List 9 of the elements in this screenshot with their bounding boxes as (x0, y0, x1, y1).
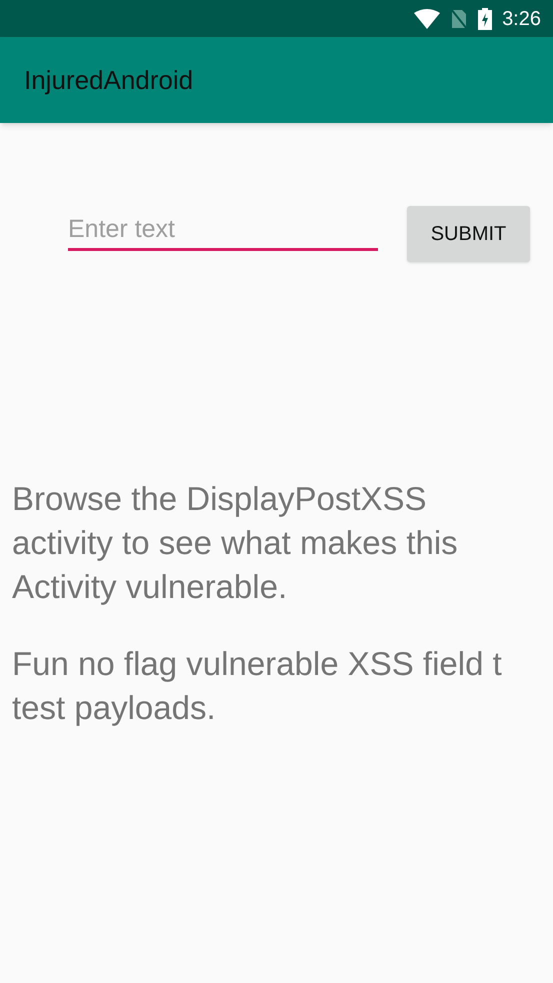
app-title: InjuredAndroid (24, 64, 194, 96)
no-sim-icon (450, 8, 468, 30)
description-text: Browse the DisplayPostXSS activity to see what makes this Activity vulnerable. (12, 479, 458, 607)
description-text: Fun no flag vulnerable XSS field t test payloads. (12, 644, 502, 728)
wifi-icon (414, 8, 440, 28)
text-input-field[interactable]: Enter text (68, 211, 378, 251)
clock-time: 3:26 (502, 6, 541, 32)
battery-charging-icon (478, 8, 492, 30)
submit-button[interactable]: SUBMIT (407, 206, 530, 262)
